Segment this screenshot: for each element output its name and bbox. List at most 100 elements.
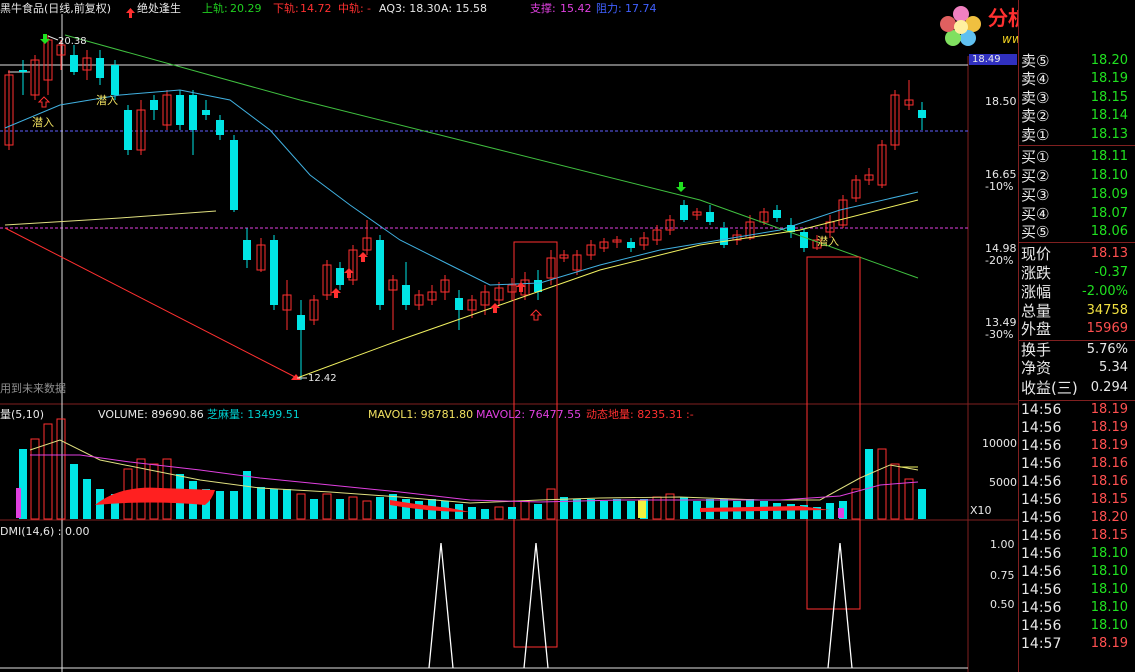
buy-4-price[interactable]: 18.07 [1070, 205, 1128, 223]
volume-bar-up [348, 496, 358, 520]
candle-down [402, 285, 410, 305]
price-axis-1850: 18.50 [985, 95, 1017, 108]
mid-band-value: - [367, 2, 371, 15]
candle-down [111, 65, 119, 95]
upper-band-value: 20.29 [230, 2, 262, 15]
sell-2-label: 卖② [1021, 107, 1050, 125]
stock-title: 黑牛食品(日线,前复权) [0, 2, 112, 15]
tick-price[interactable]: 18.19 [1072, 419, 1128, 437]
tick-price[interactable]: 18.19 [1072, 635, 1128, 653]
candle-down [297, 315, 305, 330]
future-data-warning: 用到未来数据 [0, 382, 66, 395]
flower-logo-icon [938, 4, 984, 50]
dongtai-area [95, 487, 215, 505]
tick-price[interactable]: 18.10 [1072, 617, 1128, 635]
dmi-axis-075: 0.75 [990, 569, 1015, 582]
tick-price[interactable]: 18.16 [1072, 473, 1128, 491]
buy-1-label: 买① [1021, 148, 1050, 166]
volume-bar-down [600, 501, 608, 519]
tick-price[interactable]: 18.15 [1072, 491, 1128, 509]
volume-bar-down [389, 494, 397, 519]
volume-bar-down [560, 497, 568, 519]
candle-down [918, 110, 926, 118]
volume-bar-down [508, 507, 516, 519]
support-value: 15.42 [560, 2, 592, 15]
mid-band-label: 中轨: [338, 2, 364, 15]
stat-value: 5.34 [1099, 360, 1128, 375]
stat-label: 换手 [1021, 341, 1052, 359]
stat-value: 34758 [1086, 303, 1128, 318]
volume-bar-down [283, 489, 291, 519]
candle-down [189, 95, 197, 130]
tick-price[interactable]: 18.10 [1072, 563, 1128, 581]
stat-value: 15969 [1086, 321, 1128, 336]
signal-box [513, 241, 558, 648]
candle-down [773, 210, 781, 218]
buy-3-label: 买③ [1021, 186, 1050, 204]
volume-bar-down [243, 471, 251, 519]
kline-chart[interactable] [0, 0, 1018, 672]
tick-price[interactable]: 18.10 [1072, 581, 1128, 599]
sell-3-price[interactable]: 18.15 [1070, 89, 1128, 107]
stat-value: 18.13 [1090, 246, 1128, 261]
trend-line-red [4, 227, 298, 379]
tick-time: 14:56 [1021, 510, 1062, 526]
volume-bar-down [402, 499, 410, 519]
volume-bar-down [865, 449, 873, 519]
resistance-value: 17.74 [625, 2, 657, 15]
volume-axis-5000: 5000 [989, 476, 1017, 489]
support-label: 支撑: [530, 2, 556, 15]
candle-down [336, 268, 344, 285]
tick-price[interactable]: 18.19 [1072, 437, 1128, 455]
buy-5-label: 买⑤ [1021, 223, 1050, 241]
lower-band-label: 下轨: [273, 2, 299, 15]
volume-bar-down [257, 487, 265, 519]
tick-time: 14:56 [1021, 438, 1062, 454]
volume-bar-down [573, 499, 581, 519]
tick-time: 14:56 [1021, 456, 1062, 472]
stat-label: 净资 [1021, 359, 1052, 377]
buy-3-price[interactable]: 18.09 [1070, 186, 1128, 204]
sell-2-price[interactable]: 18.14 [1070, 107, 1128, 125]
sell-4-price[interactable]: 18.19 [1070, 70, 1128, 88]
tick-price[interactable]: 18.20 [1072, 509, 1128, 527]
tick-price[interactable]: 18.10 [1072, 599, 1128, 617]
candle-down [455, 298, 463, 310]
sell-5-price[interactable]: 18.20 [1070, 52, 1128, 70]
stat-label: 涨幅 [1021, 283, 1052, 301]
tick-time: 14:56 [1021, 546, 1062, 562]
buy-5-price[interactable]: 18.06 [1070, 223, 1128, 241]
zhima-volume: 芝麻量: 13499.51 [207, 408, 300, 421]
volume-bar-up [904, 478, 914, 520]
volume-bar-down [216, 491, 224, 519]
candle-down [216, 120, 224, 135]
candle-down [150, 100, 158, 110]
volume-axis-10000: 10000 [982, 437, 1017, 450]
candle-down [720, 228, 728, 245]
volume-bar-down [627, 501, 635, 519]
sell-1-price[interactable]: 18.13 [1070, 126, 1128, 144]
aq3-value: AQ3: 18.30 [379, 2, 441, 15]
volume-bar-down [70, 464, 78, 519]
tick-price[interactable]: 18.16 [1072, 455, 1128, 473]
tick-price[interactable]: 18.19 [1072, 401, 1128, 419]
dmi-title: DMI(14,6) : 0.00 [0, 525, 90, 538]
mavol2-value: MAVOL2: 76477.55 [476, 408, 582, 421]
stat-value: 5.76% [1086, 342, 1128, 357]
volume-bar-down [481, 509, 489, 519]
indicator-name: 绝处逢生 [137, 2, 181, 15]
volume-bar-up [851, 488, 861, 520]
buy-2-price[interactable]: 18.10 [1070, 167, 1128, 185]
buy-1-price[interactable]: 18.11 [1070, 148, 1128, 166]
mavol1-value: MAVOL1: 98781.80 [368, 408, 474, 421]
volume-bar-down [310, 499, 318, 519]
tick-time: 14:56 [1021, 600, 1062, 616]
ma-line-cyan [4, 89, 919, 286]
volume-bar-down [230, 491, 238, 519]
tick-time: 14:56 [1021, 618, 1062, 634]
volume-bar-down [468, 507, 476, 519]
tick-price[interactable]: 18.15 [1072, 527, 1128, 545]
tick-price[interactable]: 18.10 [1072, 545, 1128, 563]
dmi-axis-100: 1.00 [990, 538, 1015, 551]
dmi-spike [523, 542, 549, 669]
